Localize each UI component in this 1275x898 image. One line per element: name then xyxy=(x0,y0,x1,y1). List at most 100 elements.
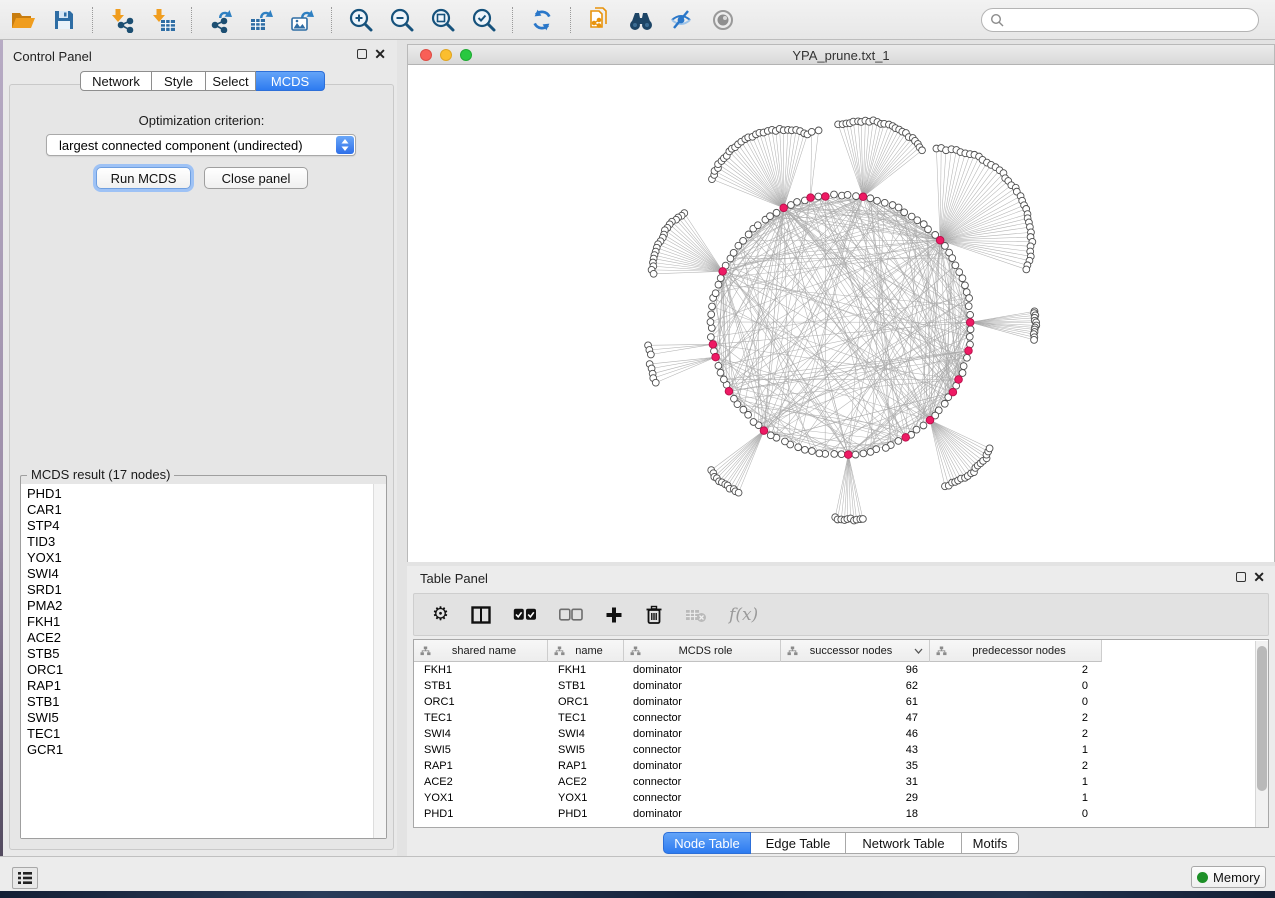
add-column-button[interactable] xyxy=(605,606,623,624)
float-panel-icon[interactable] xyxy=(357,49,367,59)
mcds-result-item[interactable]: YOX1 xyxy=(27,550,386,566)
network-window-title: YPA_prune.txt_1 xyxy=(408,48,1274,63)
mcds-result-item[interactable]: TEC1 xyxy=(27,726,386,742)
import-table-button[interactable] xyxy=(142,4,183,36)
memory-button[interactable]: Memory xyxy=(1191,866,1266,888)
zoom-out-button[interactable] xyxy=(381,4,422,36)
mcds-result-item[interactable]: STB1 xyxy=(27,694,386,710)
run-mcds-button[interactable]: Run MCDS xyxy=(96,167,191,189)
mcds-result-item[interactable]: ORC1 xyxy=(27,662,386,678)
table-panel-title: Table Panel xyxy=(420,571,488,586)
table-scrollbar[interactable] xyxy=(1255,641,1268,827)
export-image-button[interactable] xyxy=(282,4,323,36)
mcds-result-item[interactable]: GCR1 xyxy=(27,742,386,758)
import-network-icon xyxy=(109,7,135,33)
column-header-MCDS-role[interactable]: MCDS role xyxy=(624,640,781,662)
zoom-fit-icon xyxy=(430,7,456,33)
column-header-shared-name[interactable]: shared name xyxy=(414,640,548,662)
tab-network-table[interactable]: Network Table xyxy=(846,832,962,854)
attribute-icon xyxy=(630,646,641,656)
table-toolbar: ⚙ xyxy=(413,593,1269,636)
tab-mcds[interactable]: MCDS xyxy=(256,71,325,91)
show-column-button[interactable] xyxy=(471,606,491,624)
float-panel-icon[interactable] xyxy=(1236,572,1246,582)
delete-row-button[interactable] xyxy=(645,605,663,625)
table-row[interactable]: SWI4SWI4dominator462 xyxy=(414,726,1268,742)
mcds-result-item[interactable]: SWI5 xyxy=(27,710,386,726)
table-row[interactable]: PHD1PHD1dominator180 xyxy=(414,806,1268,822)
mcds-result-item[interactable]: TID3 xyxy=(27,534,386,550)
open-file-button[interactable] xyxy=(2,4,43,36)
refresh-button[interactable] xyxy=(521,4,562,36)
mcds-result-item[interactable]: STB5 xyxy=(27,646,386,662)
table-cell: dominator xyxy=(624,806,781,822)
binoculars-icon xyxy=(627,8,655,32)
hide-selected-button[interactable] xyxy=(661,4,702,36)
delete-column-button[interactable] xyxy=(685,607,707,623)
zoom-fit-button[interactable] xyxy=(422,4,463,36)
memory-status-icon xyxy=(1197,872,1208,883)
import-network-button[interactable] xyxy=(101,4,142,36)
mcds-result-item[interactable]: FKH1 xyxy=(27,614,386,630)
mcds-result-item[interactable]: ACE2 xyxy=(27,630,386,646)
select-all-button[interactable] xyxy=(513,608,537,621)
network-canvas[interactable] xyxy=(408,66,1274,562)
mcds-result-item[interactable]: PHD1 xyxy=(27,486,386,502)
toolbar-separator xyxy=(191,7,192,33)
table-row[interactable]: TEC1TEC1connector472 xyxy=(414,710,1268,726)
search-network-button[interactable] xyxy=(620,4,661,36)
table-scrollbar-thumb[interactable] xyxy=(1257,646,1267,791)
table-row[interactable]: FKH1FKH1dominator962 xyxy=(414,662,1268,678)
table-row[interactable]: STB1STB1dominator620 xyxy=(414,678,1268,694)
function-builder-button[interactable]: f(x) xyxy=(729,605,758,625)
optimization-criterion-select[interactable]: largest connected component (undirected) xyxy=(46,134,356,156)
table-row[interactable]: SWI5SWI5connector431 xyxy=(414,742,1268,758)
close-panel-icon[interactable]: ✕ xyxy=(1253,572,1265,582)
tab-style[interactable]: Style xyxy=(152,71,206,91)
mcds-result-item[interactable]: SRD1 xyxy=(27,582,386,598)
show-all-button[interactable] xyxy=(702,4,743,36)
unselect-all-button[interactable] xyxy=(559,608,583,621)
mcds-result-item[interactable]: STP4 xyxy=(27,518,386,534)
mcds-result-item[interactable]: CAR1 xyxy=(27,502,386,518)
mcds-result-list[interactable]: PHD1CAR1STP4TID3YOX1SWI4SRD1PMA2FKH1ACE2… xyxy=(21,484,386,838)
tab-node-table[interactable]: Node Table xyxy=(663,832,751,854)
table-row[interactable]: ORC1ORC1dominator610 xyxy=(414,694,1268,710)
zoom-selected-icon xyxy=(471,7,497,33)
table-rows: FKH1FKH1dominator962STB1STB1dominator620… xyxy=(414,662,1268,822)
table-cell: dominator xyxy=(624,678,781,694)
column-header-predecessor-nodes[interactable]: predecessor nodes xyxy=(930,640,1102,662)
tab-edge-table[interactable]: Edge Table xyxy=(751,832,846,854)
mcds-result-item[interactable]: RAP1 xyxy=(27,678,386,694)
close-panel-icon[interactable]: ✕ xyxy=(374,49,386,59)
tab-network[interactable]: Network xyxy=(80,71,152,91)
table-cell: 31 xyxy=(781,774,930,790)
search-input[interactable] xyxy=(981,8,1259,32)
export-table-button[interactable] xyxy=(241,4,282,36)
column-header-successor-nodes[interactable]: successor nodes xyxy=(781,640,930,662)
toolbar-separator xyxy=(92,7,93,33)
network-from-document-button[interactable] xyxy=(579,4,620,36)
tab-motifs[interactable]: Motifs xyxy=(962,832,1019,854)
eye-icon xyxy=(710,8,736,32)
column-header-name[interactable]: name xyxy=(548,640,624,662)
tab-select[interactable]: Select xyxy=(206,71,256,91)
mcds-result-scrollbar[interactable] xyxy=(373,484,386,838)
network-window-titlebar[interactable]: YPA_prune.txt_1 xyxy=(408,45,1274,65)
table-settings-button[interactable]: ⚙ xyxy=(432,603,449,626)
import-table-icon xyxy=(150,7,176,33)
table-row[interactable]: ACE2ACE2connector311 xyxy=(414,774,1268,790)
mcds-result-item[interactable]: SWI4 xyxy=(27,566,386,582)
table-row[interactable]: RAP1RAP1dominator352 xyxy=(414,758,1268,774)
mcds-result-item[interactable]: PMA2 xyxy=(27,598,386,614)
zoom-selected-button[interactable] xyxy=(463,4,504,36)
zoom-in-button[interactable] xyxy=(340,4,381,36)
close-panel-button[interactable]: Close panel xyxy=(204,167,308,189)
task-history-button[interactable] xyxy=(12,867,38,889)
table-panel-tabs: Node TableEdge TableNetwork TableMotifs xyxy=(407,832,1275,854)
table-cell: connector xyxy=(624,742,781,758)
table-row[interactable]: YOX1YOX1connector291 xyxy=(414,790,1268,806)
export-network-button[interactable] xyxy=(200,4,241,36)
table-cell: 43 xyxy=(781,742,930,758)
save-button[interactable] xyxy=(43,4,84,36)
